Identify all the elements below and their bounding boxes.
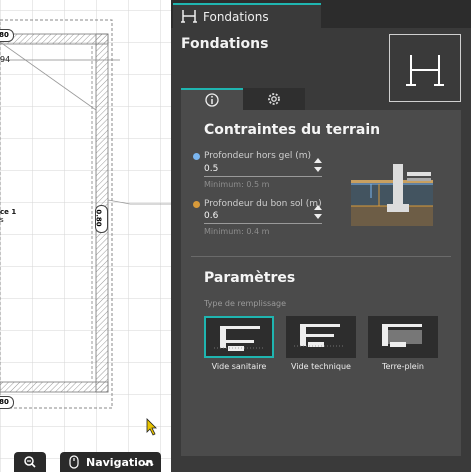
section-divider	[191, 256, 451, 257]
dimension-label-left: 94	[0, 55, 10, 64]
option-label-vide-sanitaire: Vide sanitaire	[211, 362, 267, 371]
room-area: s	[0, 216, 4, 224]
good-soil-minimum: Minimum: 0.4 m	[204, 227, 270, 236]
dimension-value: 80	[0, 398, 9, 406]
good-soil-input[interactable]: 0.6	[204, 211, 218, 221]
floor-plan-drawing	[0, 0, 171, 472]
dimension-value: 80	[0, 31, 9, 39]
frost-depth-input[interactable]: 0.5	[204, 164, 218, 174]
navigation-button[interactable]: Navigation	[60, 452, 161, 472]
good-soil-marker	[193, 201, 200, 208]
tab-label: Fondations	[203, 10, 269, 24]
zoom-toolbar	[14, 452, 46, 472]
technical-void-icon	[294, 324, 344, 347]
tab-fondations[interactable]: Fondations	[173, 3, 321, 28]
foundation-settings-card: Contraintes du terrain Profondeur hors g…	[181, 110, 461, 456]
foundations-panel: Fondations Fondations Contraintes du ter…	[171, 0, 471, 472]
option-label-vide-technique: Vide technique	[291, 362, 351, 371]
dimension-value: 0.80	[94, 209, 103, 227]
crawl-space-icon	[214, 326, 264, 351]
frost-depth-minimum: Minimum: 0.5 m	[204, 180, 270, 189]
gear-icon	[268, 93, 280, 105]
fill-type-label: Type de remplissage	[204, 299, 287, 308]
chevron-up-icon	[144, 459, 154, 466]
option-label-terre-plein: Terre-plein	[381, 362, 425, 371]
frost-depth-marker	[193, 153, 200, 160]
fill-option-terre-plein[interactable]	[368, 316, 438, 358]
frost-depth-stepper-icon[interactable]	[313, 157, 323, 173]
dimension-label-bottom[interactable]: 80	[0, 396, 14, 409]
tab-settings[interactable]	[243, 88, 305, 110]
terrain-heading: Contraintes du terrain	[204, 122, 381, 138]
fill-option-vide-technique[interactable]	[286, 316, 356, 358]
good-soil-label: Profondeur du bon sol (m)	[204, 199, 322, 209]
good-soil-underline	[204, 223, 322, 224]
foundation-depth-diagram	[351, 164, 433, 226]
frost-depth-underline	[204, 176, 322, 177]
good-soil-stepper-icon[interactable]	[313, 204, 323, 220]
mouse-cursor-icon	[146, 418, 157, 436]
panel-title: Fondations	[181, 36, 269, 52]
foundation-icon	[181, 10, 197, 23]
foundation-thumbnail[interactable]	[389, 34, 461, 102]
panel-tab-bar: Fondations	[171, 0, 471, 28]
ground-slab-icon	[382, 324, 422, 347]
room-label[interactable]: ce 1 s	[0, 208, 16, 224]
info-icon	[205, 93, 219, 107]
dimension-label-top[interactable]: 80	[0, 29, 14, 42]
tab-info[interactable]	[181, 88, 243, 110]
dimension-label-vertical[interactable]: 0.80	[95, 205, 108, 233]
foundation-icon	[406, 55, 444, 86]
frost-depth-label: Profondeur hors gel (m)	[204, 151, 312, 161]
dimension-value: 94	[0, 55, 11, 64]
room-name: ce 1	[0, 208, 17, 216]
zoom-icon[interactable]	[23, 455, 37, 469]
fill-option-vide-sanitaire[interactable]	[204, 316, 274, 358]
params-heading: Paramètres	[204, 270, 296, 286]
mouse-icon	[69, 455, 79, 469]
